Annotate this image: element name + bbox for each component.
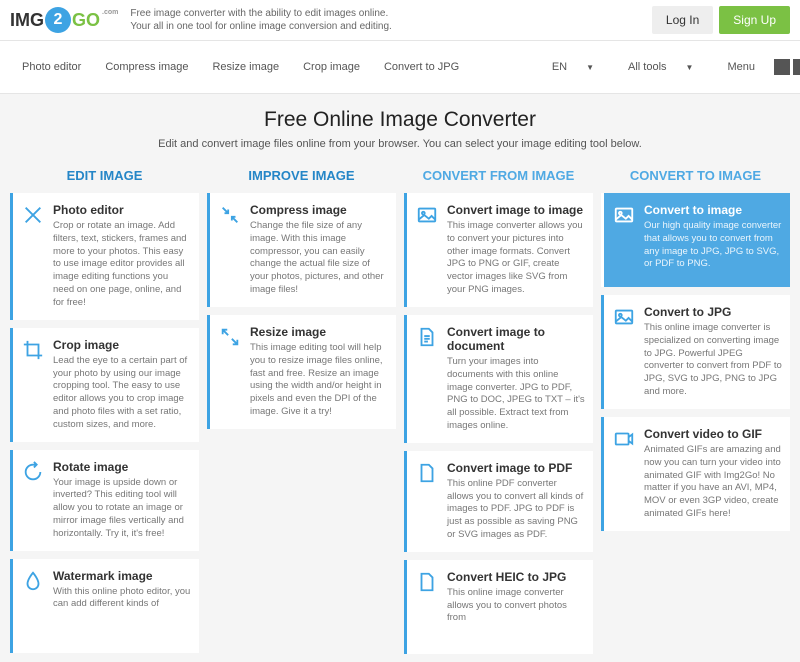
card-photo-editor[interactable]: Photo editor Crop or rotate an image. Add…: [10, 193, 199, 320]
video-icon: [612, 427, 636, 451]
logo[interactable]: IMG 2 GO .com: [10, 7, 118, 33]
card-desc: Animated GIFs are amazing and now you ca…: [644, 444, 782, 521]
card-convert-image-to-image[interactable]: Convert image to image This image convert…: [404, 193, 593, 307]
image-icon: [415, 203, 439, 227]
card-title: Convert image to PDF: [447, 461, 585, 475]
col-convert-to-image: CONVERT TO IMAGE Convert to image Our hig…: [601, 160, 790, 662]
menu-button[interactable]: Menu: [711, 41, 790, 93]
card-title: Photo editor: [53, 203, 191, 217]
signup-button[interactable]: Sign Up: [719, 6, 790, 34]
card-desc: This image converter allows you to conve…: [447, 220, 585, 297]
card-desc: Crop or rotate an image. Add filters, te…: [53, 220, 191, 310]
col-convert-from-image: CONVERT FROM IMAGE Convert image to imag…: [404, 160, 593, 662]
subnav-convert-to-jpg[interactable]: Convert to JPG: [372, 53, 471, 81]
card-title: Rotate image: [53, 460, 191, 474]
card-rotate-image[interactable]: Rotate image Your image is upside down or…: [10, 450, 199, 551]
card-desc: Turn your images into documents with thi…: [447, 356, 585, 433]
document-icon: [415, 325, 439, 349]
resize-icon: [218, 325, 242, 349]
card-crop-image[interactable]: Crop image Lead the eye to a certain part…: [10, 328, 199, 442]
chevron-down-icon: ▼: [578, 55, 602, 80]
photo-editor-icon: [21, 203, 45, 227]
chevron-down-icon: ▼: [678, 55, 702, 80]
all-tools-dropdown[interactable]: All tools▼: [612, 45, 709, 89]
col-head-from: CONVERT FROM IMAGE: [404, 160, 593, 193]
card-desc: This online PDF converter allows you to …: [447, 478, 585, 542]
heic-icon: [415, 570, 439, 594]
col-head-improve: IMPROVE IMAGE: [207, 160, 396, 193]
crop-icon: [21, 338, 45, 362]
card-title: Convert image to document: [447, 325, 585, 353]
logo-text-two: 2: [45, 7, 71, 33]
card-title: Watermark image: [53, 569, 191, 583]
subnav-compress-image[interactable]: Compress image: [93, 53, 200, 81]
tagline: Free image converter with the ability to…: [130, 7, 391, 33]
card-convert-image-to-document[interactable]: Convert image to document Turn your image…: [404, 315, 593, 443]
card-title: Convert video to GIF: [644, 427, 782, 441]
subnav-resize-image[interactable]: Resize image: [200, 53, 291, 81]
tagline-line2: Your all in one tool for online image co…: [130, 20, 391, 33]
card-title: Crop image: [53, 338, 191, 352]
header: IMG 2 GO .com Free image converter with …: [0, 0, 800, 41]
card-desc: Our high quality image converter that al…: [644, 220, 782, 271]
card-watermark-image[interactable]: Watermark image With this online photo ed…: [10, 559, 199, 653]
pdf-icon: [415, 461, 439, 485]
subnav-crop-image[interactable]: Crop image: [291, 53, 372, 81]
card-desc: Your image is upside down or inverted? T…: [53, 477, 191, 541]
card-title: Compress image: [250, 203, 388, 217]
card-convert-heic-to-jpg[interactable]: Convert HEIC to JPG This online image con…: [404, 560, 593, 654]
card-convert-to-jpg[interactable]: Convert to JPG This online image converte…: [601, 295, 790, 409]
card-convert-video-to-gif[interactable]: Convert video to GIF Animated GIFs are am…: [601, 417, 790, 531]
col-edit-image: EDIT IMAGE Photo editor Crop or rotate an…: [10, 160, 199, 662]
image-icon: [612, 203, 636, 227]
card-resize-image[interactable]: Resize image This image editing tool will…: [207, 315, 396, 429]
language-selector[interactable]: EN▼: [536, 45, 610, 89]
logo-text-go: GO: [72, 10, 100, 31]
card-convert-image-to-pdf[interactable]: Convert image to PDF This online PDF conv…: [404, 451, 593, 552]
card-compress-image[interactable]: Compress image Change the file size of an…: [207, 193, 396, 307]
card-title: Convert HEIC to JPG: [447, 570, 585, 584]
tagline-line1: Free image converter with the ability to…: [130, 7, 391, 20]
card-convert-to-image[interactable]: Convert to image Our high quality image c…: [601, 193, 790, 287]
image-icon: [612, 305, 636, 329]
subnav: Photo editor Compress image Resize image…: [0, 41, 800, 94]
card-desc: This image editing tool will help you to…: [250, 342, 388, 419]
col-head-to: CONVERT TO IMAGE: [601, 160, 790, 193]
card-desc: This online image converter is specializ…: [644, 322, 782, 399]
card-title: Resize image: [250, 325, 388, 339]
login-button[interactable]: Log In: [652, 6, 713, 34]
subnav-photo-editor[interactable]: Photo editor: [10, 53, 93, 81]
card-title: Convert to image: [644, 203, 782, 217]
logo-text-img: IMG: [10, 10, 44, 31]
rotate-icon: [21, 460, 45, 484]
card-title: Convert to JPG: [644, 305, 782, 319]
card-desc: Lead the eye to a certain part of your p…: [53, 355, 191, 432]
card-desc: With this online photo editor, you can a…: [53, 586, 191, 612]
watermark-icon: [21, 569, 45, 593]
page-subtitle: Edit and convert image files online from…: [10, 138, 790, 150]
card-desc: This online image converter allows you t…: [447, 587, 585, 625]
hero: Free Online Image Converter Edit and con…: [0, 94, 800, 160]
col-head-edit: EDIT IMAGE: [10, 160, 199, 193]
menu-icon: [766, 49, 782, 85]
col-improve-image: IMPROVE IMAGE Compress image Change the f…: [207, 160, 396, 662]
page-title: Free Online Image Converter: [10, 108, 790, 132]
logo-text-sub: .com: [102, 9, 118, 16]
card-title: Convert image to image: [447, 203, 585, 217]
compress-icon: [218, 203, 242, 227]
card-desc: Change the file size of any image. With …: [250, 220, 388, 297]
tool-columns: EDIT IMAGE Photo editor Crop or rotate an…: [0, 160, 800, 662]
